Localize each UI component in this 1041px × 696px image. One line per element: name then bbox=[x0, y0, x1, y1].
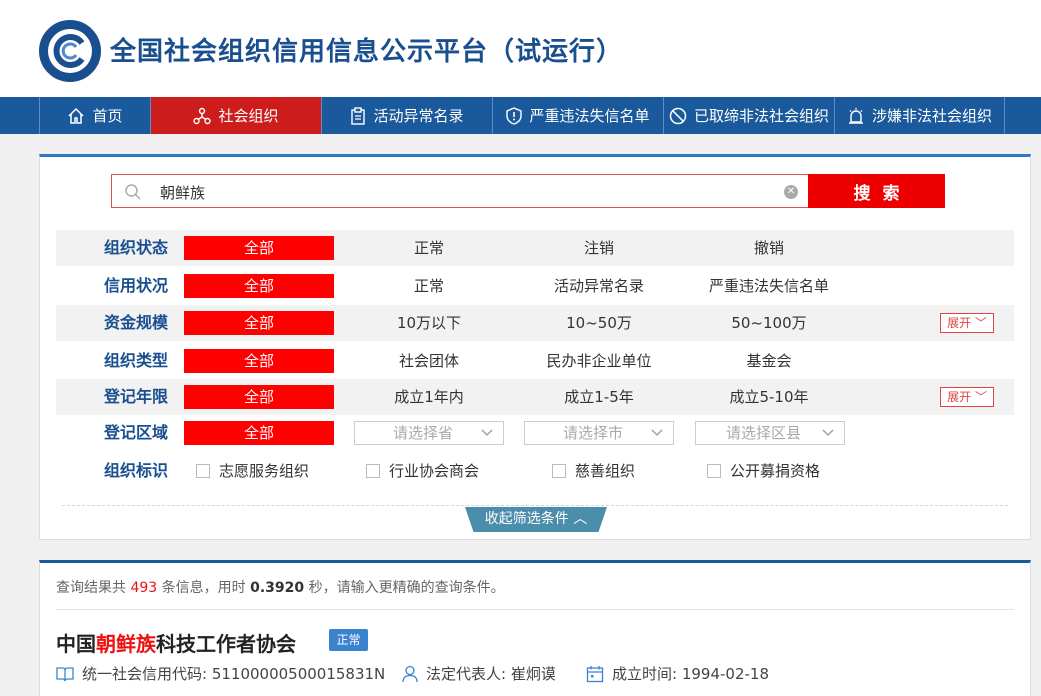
filter-row-status: 组织状态 全部 正常 注销 撤销 bbox=[56, 230, 1014, 266]
site-header: 全国社会组织信用信息公示平台（试运行） bbox=[0, 0, 1041, 97]
credit-code: 统一社会信用代码: 51100000500015831N bbox=[56, 663, 385, 684]
checkbox-label: 志愿服务组织 bbox=[219, 462, 310, 480]
filter-option[interactable]: 10~50万 bbox=[524, 305, 674, 341]
search-button[interactable]: 搜索 bbox=[808, 174, 945, 208]
filter-option[interactable]: 民办非企业单位 bbox=[524, 343, 674, 379]
calendar-icon bbox=[586, 665, 604, 682]
filter-option[interactable]: 50~100万 bbox=[694, 305, 844, 341]
filter-all-capital[interactable]: 全部 bbox=[184, 311, 334, 335]
nav-item-abnormal-list[interactable]: 活动异常名录 bbox=[321, 97, 492, 134]
search-input[interactable] bbox=[160, 181, 770, 203]
filter-row-type: 组织类型 全部 社会团体 民办非企业单位 基金会 bbox=[56, 343, 1014, 379]
filter-label: 信用状况 bbox=[104, 276, 169, 295]
search-icon bbox=[125, 184, 141, 200]
founded-date: 成立时间: 1994-02-18 bbox=[586, 663, 769, 684]
filter-panel: ✕ 搜索 组织状态 全部 正常 注销 撤销 信用状况 全部 正常 活动异常名录 … bbox=[39, 154, 1031, 540]
checkbox-volunteer[interactable] bbox=[196, 464, 210, 478]
filter-label: 登记区域 bbox=[104, 423, 169, 442]
checkbox-label: 公开募捐资格 bbox=[730, 462, 821, 480]
province-select[interactable]: 请选择省 bbox=[354, 421, 504, 445]
filter-all-years[interactable]: 全部 bbox=[184, 385, 334, 409]
divider bbox=[62, 505, 1008, 506]
filter-row-region: 登记区域 全部 请选择省 请选择市 请选择区县 bbox=[56, 415, 1014, 451]
checkbox-label: 慈善组织 bbox=[575, 462, 636, 480]
filter-all-credit[interactable]: 全部 bbox=[184, 274, 334, 298]
filter-label: 组织类型 bbox=[104, 351, 169, 370]
checkbox-label: 行业协会商会 bbox=[389, 462, 480, 480]
result-count: 493 bbox=[130, 580, 158, 596]
org-name-link[interactable]: 中国朝鲜族科技工作者协会 bbox=[56, 628, 296, 657]
chevron-down-icon bbox=[651, 429, 663, 436]
clear-icon[interactable]: ✕ bbox=[784, 185, 798, 199]
city-select[interactable]: 请选择市 bbox=[524, 421, 674, 445]
site-logo[interactable] bbox=[39, 20, 101, 82]
nav-label: 活动异常名录 bbox=[373, 107, 464, 125]
checkbox-public-fundraising[interactable] bbox=[707, 464, 721, 478]
org-network-icon bbox=[193, 107, 212, 124]
nav-label: 社会组织 bbox=[218, 107, 279, 125]
chevron-down-icon: ﹀ bbox=[971, 390, 987, 404]
home-icon bbox=[68, 107, 85, 124]
search-box: ✕ bbox=[111, 174, 808, 208]
filter-option[interactable]: 撤销 bbox=[694, 230, 844, 266]
filter-label: 登记年限 bbox=[104, 387, 169, 406]
filter-option[interactable]: 成立1年内 bbox=[354, 379, 504, 415]
filter-row-tags: 组织标识 志愿服务组织 行业协会商会 慈善组织 公开募捐资格 bbox=[56, 453, 1014, 489]
nav-label: 已取缔非法社会组织 bbox=[693, 107, 829, 125]
result-time: 0.3920 bbox=[250, 580, 305, 596]
filter-option[interactable]: 正常 bbox=[354, 268, 504, 304]
divider bbox=[56, 609, 1014, 610]
chevron-down-icon: ﹀ bbox=[971, 316, 987, 330]
filter-option[interactable]: 成立1-5年 bbox=[524, 379, 674, 415]
shield-alert-icon bbox=[506, 106, 523, 125]
result-stats: 查询结果共 493 条信息，用时 0.3920 秒，请输入更精确的查询条件。 bbox=[56, 580, 505, 596]
checkbox-charity[interactable] bbox=[552, 464, 566, 478]
chevron-up-icon: ︿ bbox=[573, 511, 588, 527]
chevron-down-icon bbox=[481, 429, 493, 436]
filter-option[interactable]: 活动异常名录 bbox=[524, 268, 674, 304]
results-panel: 查询结果共 493 条信息，用时 0.3920 秒，请输入更精确的查询条件。 中… bbox=[39, 560, 1031, 696]
filter-row-credit: 信用状况 全部 正常 活动异常名录 严重违法失信名单 bbox=[56, 268, 1014, 304]
filter-row-years: 登记年限 全部 成立1年内 成立1-5年 成立5-10年 展开 ﹀ bbox=[56, 379, 1014, 415]
filter-label: 组织标识 bbox=[104, 461, 169, 480]
main-nav: 首页 社会组织 活动异常名录 严重违法失信名单 已取缔非法社会组织 涉嫌非法社会… bbox=[0, 97, 1041, 134]
filter-option[interactable]: 注销 bbox=[524, 230, 674, 266]
nav-label: 严重违法失信名单 bbox=[529, 107, 650, 125]
nav-item-suspected-org[interactable]: 涉嫌非法社会组织 bbox=[834, 97, 1005, 134]
county-select[interactable]: 请选择区县 bbox=[695, 421, 845, 445]
nav-item-banned-org[interactable]: 已取缔非法社会组织 bbox=[663, 97, 834, 134]
filter-option[interactable]: 成立5-10年 bbox=[694, 379, 844, 415]
filter-option[interactable]: 基金会 bbox=[694, 343, 844, 379]
user-icon bbox=[402, 665, 418, 682]
legal-rep: 法定代表人: 崔炯谟 bbox=[402, 663, 556, 684]
filter-option[interactable]: 正常 bbox=[354, 230, 504, 266]
ban-icon bbox=[669, 107, 687, 124]
filter-option[interactable]: 10万以下 bbox=[354, 305, 504, 341]
book-icon bbox=[56, 666, 74, 681]
filter-all-status[interactable]: 全部 bbox=[184, 236, 334, 260]
filter-all-region[interactable]: 全部 bbox=[184, 421, 334, 445]
site-title: 全国社会组织信用信息公示平台（试运行） bbox=[110, 37, 624, 67]
filter-option[interactable]: 严重违法失信名单 bbox=[694, 268, 844, 304]
filter-row-capital: 资金规模 全部 10万以下 10~50万 50~100万 展开 ﹀ bbox=[56, 305, 1014, 341]
nav-item-home[interactable]: 首页 bbox=[39, 97, 150, 134]
checkbox-industry[interactable] bbox=[366, 464, 380, 478]
alarm-bell-icon bbox=[848, 107, 863, 124]
nav-label: 首页 bbox=[92, 107, 123, 125]
filter-option[interactable]: 社会团体 bbox=[354, 343, 504, 379]
filter-label: 资金规模 bbox=[104, 313, 169, 332]
collapse-filter-button[interactable]: 收起筛选条件 ︿ bbox=[465, 507, 607, 532]
nav-label: 涉嫌非法社会组织 bbox=[871, 107, 992, 125]
filter-label: 组织状态 bbox=[104, 238, 169, 257]
filter-all-type[interactable]: 全部 bbox=[184, 349, 334, 373]
expand-button[interactable]: 展开 ﹀ bbox=[940, 387, 994, 407]
status-badge: 正常 bbox=[329, 629, 368, 651]
clipboard-icon bbox=[351, 106, 366, 125]
nav-item-social-org[interactable]: 社会组织 bbox=[150, 97, 321, 134]
nav-item-serious-violation[interactable]: 严重违法失信名单 bbox=[492, 97, 663, 134]
chevron-down-icon bbox=[822, 429, 834, 436]
expand-button[interactable]: 展开 ﹀ bbox=[940, 313, 994, 333]
